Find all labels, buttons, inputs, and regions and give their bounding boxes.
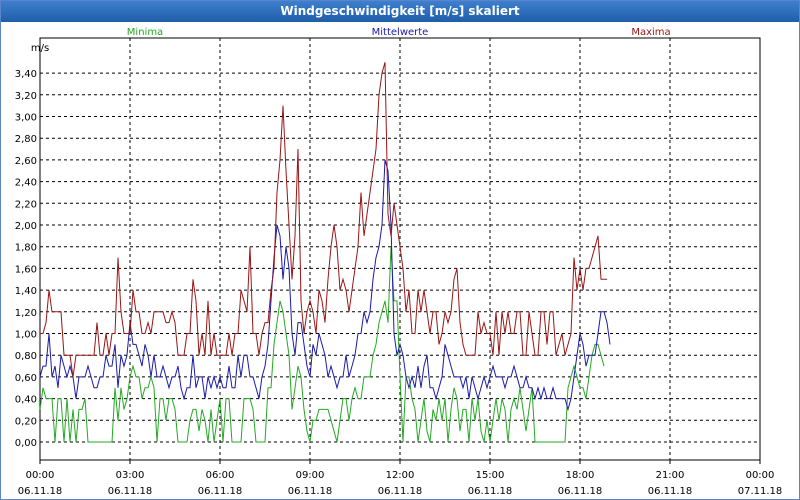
y-tick-label: 0,60	[15, 373, 37, 384]
y-axis-unit: m/s	[31, 43, 49, 54]
x-tick-date: 06.11.18	[108, 486, 153, 497]
x-tick-time: 06:00	[206, 470, 235, 481]
y-tick-label: 0,20	[15, 416, 37, 427]
x-tick-date: 06.11.18	[558, 486, 603, 497]
y-tick-label: 1,20	[15, 308, 37, 319]
y-tick-label: 2,80	[15, 134, 37, 145]
y-tick-label: 1,40	[15, 286, 37, 297]
x-tick-date: 06.11.18	[468, 486, 513, 497]
x-tick-time: 09:00	[296, 470, 325, 481]
x-tick-time: 21:00	[656, 470, 685, 481]
y-tick-label: 1,60	[15, 264, 37, 275]
x-tick-date: 07.11.18	[738, 486, 783, 497]
x-tick-time: 12:00	[386, 470, 415, 481]
x-tick-time: 00:00	[746, 470, 775, 481]
x-tick-time: 00:00	[26, 470, 55, 481]
y-tick-label: 1,80	[15, 243, 37, 254]
x-tick-date: 06.11.18	[18, 486, 63, 497]
y-tick-label: 1,00	[15, 330, 37, 341]
x-tick-date: 06.11.18	[648, 486, 693, 497]
y-tick-label: 3,20	[15, 91, 37, 102]
y-tick-label: 2,40	[15, 178, 37, 189]
y-tick-label: 3,00	[15, 113, 37, 124]
y-tick-label: 0,00	[15, 438, 37, 449]
legend-min: Minima	[127, 27, 163, 38]
legend-max: Maxima	[631, 27, 670, 38]
y-tick-label: 2,60	[15, 156, 37, 167]
series-line-mittelwerte	[39, 159, 611, 412]
y-tick-label: 2,00	[15, 221, 37, 232]
series-lines	[39, 62, 611, 443]
chart-canvas: m/s Minima Mittelwerte Maxima 0,00 0,20 0,…	[15, 27, 783, 497]
x-tick-time: 15:00	[476, 470, 505, 481]
x-tick-date: 06.11.18	[378, 486, 423, 497]
y-tick-label: 3,40	[15, 69, 37, 80]
x-tick-date: 06.11.18	[198, 486, 243, 497]
x-tick-date: 06.11.18	[288, 486, 333, 497]
x-tick-time: 03:00	[116, 470, 145, 481]
x-tick-time: 18:00	[566, 470, 595, 481]
y-tick-label: 0,40	[15, 395, 37, 406]
legend-mean: Mittelwerte	[372, 27, 429, 38]
series-line-maxima	[40, 62, 607, 377]
y-tick-label: 2,20	[15, 199, 37, 210]
y-tick-label: 0,80	[15, 351, 37, 362]
